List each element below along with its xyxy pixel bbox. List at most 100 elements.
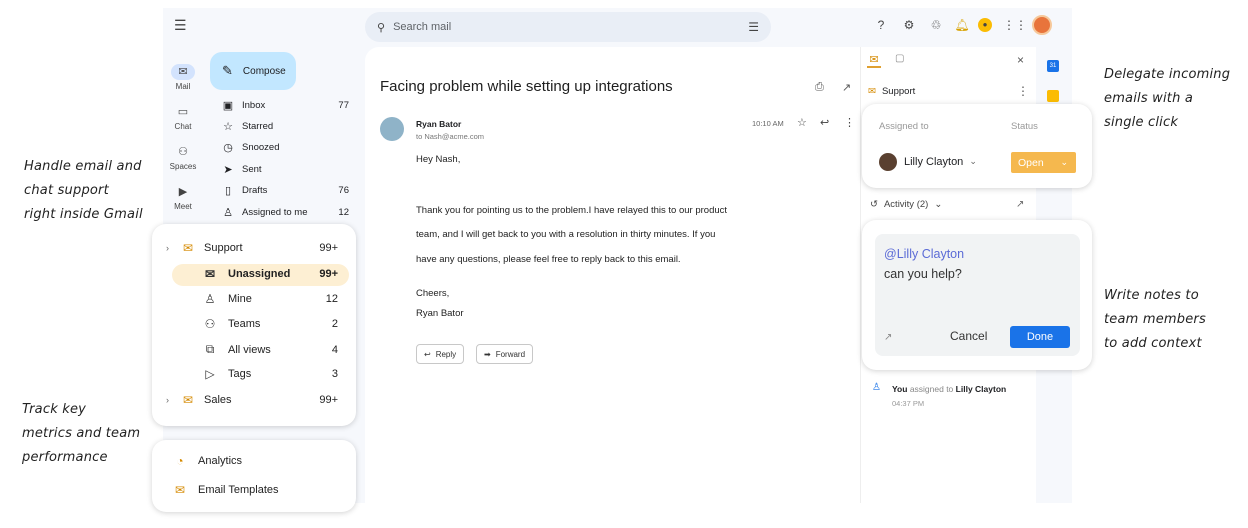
email-line: team, and I will get back to you with a …	[416, 229, 716, 240]
rail-mail[interactable]: ✉ Mail	[163, 64, 203, 91]
rail-meet[interactable]: ▶ Meet	[163, 184, 203, 211]
email-subject: Facing problem while setting up integrat…	[380, 78, 673, 95]
status-dropdown[interactable]: Open ⌄	[1011, 152, 1076, 173]
apps-grid-icon[interactable]: ⋮⋮	[1003, 16, 1027, 34]
reply-icon: ↩	[424, 349, 431, 359]
sender-avatar	[380, 117, 404, 141]
nav-starred[interactable]: ☆ Starred	[210, 116, 355, 137]
email-line: Thank you for pointing us to the problem…	[416, 205, 728, 216]
chevron-down-icon: ⌄	[1060, 157, 1068, 167]
reply-icon[interactable]: ↩	[820, 116, 829, 129]
history-icon: ↺	[870, 199, 878, 210]
annotation-metrics: Track key metrics and team performance	[22, 402, 141, 465]
sender-name: Ryan Bator	[416, 119, 462, 129]
tools-overlay	[152, 440, 356, 512]
views-icon: ⧉	[205, 342, 215, 356]
template-tab-icon[interactable]: ▢	[895, 53, 904, 64]
chat-icon: ▭	[177, 106, 189, 118]
annotation-email-chat: Handle email and chat support right inside…	[24, 159, 143, 222]
inbox-unassigned[interactable]: ✉ Unassigned 99+	[200, 267, 338, 281]
email-signature: Ryan Bator	[416, 308, 464, 319]
more-vert-icon[interactable]: ⋮	[844, 116, 855, 129]
star-icon: ☆	[223, 121, 233, 133]
assigned-to-label: Assigned to	[879, 121, 929, 132]
person-icon: ♙	[223, 207, 233, 219]
addon-icon[interactable]: ●	[978, 18, 992, 32]
person-icon: ♙	[872, 382, 881, 393]
reply-button[interactable]: ↩ Reply	[416, 344, 465, 364]
inbox-all-views[interactable]: ⧉ All views 4	[200, 342, 338, 357]
inbox-tags[interactable]: ▷ Tags 3	[200, 367, 338, 381]
forward-icon: ➡	[484, 349, 491, 359]
settings-icon[interactable]: ⚙	[900, 16, 918, 34]
inbox-mine[interactable]: ♙ Mine 12	[200, 292, 338, 306]
email-templates-link[interactable]: ✉ Email Templates	[170, 483, 279, 497]
chevron-down-icon: ⌄	[934, 199, 943, 210]
activity-log-entry: You assigned to Lilly Clayton	[892, 384, 1007, 394]
chevron-down-icon: ⌄	[969, 156, 977, 166]
email-line: have any questions, please feel free to …	[416, 254, 681, 265]
status-label: Status	[1011, 121, 1038, 132]
group-icon: ⚇	[204, 317, 216, 331]
forward-button[interactable]: ➡ Forward	[476, 344, 534, 364]
inbox-sales[interactable]: › ✉ Sales 99+	[166, 393, 338, 407]
note-text: can you help?	[884, 267, 962, 281]
close-icon[interactable]: ×	[1017, 53, 1024, 67]
calendar-icon[interactable]: 31	[1047, 60, 1059, 72]
nav-sent[interactable]: ➤ Sent	[210, 159, 355, 180]
annotation-delegate: Delegate incoming emails with a single cli…	[1104, 67, 1231, 130]
send-icon: ➤	[223, 164, 233, 176]
assign-card	[862, 104, 1092, 188]
analytics-link[interactable]: ◔ Analytics	[170, 454, 242, 468]
nav-drafts[interactable]: ▯ Drafts 76	[210, 180, 355, 201]
panel-inbox-label[interactable]: ✉ Support	[868, 86, 915, 97]
recipient: to Nash@acme.com	[416, 132, 485, 141]
more-vert-icon[interactable]: ⋮	[1017, 84, 1029, 98]
rail-chat[interactable]: ▭ Chat	[163, 104, 203, 131]
done-button[interactable]: Done	[1010, 326, 1070, 348]
menu-icon[interactable]: ☰	[174, 17, 187, 34]
open-new-window-icon[interactable]: ↗	[842, 81, 851, 94]
inbox-tab-icon[interactable]: ✉	[867, 53, 881, 68]
chevron-right-icon: ›	[166, 395, 169, 405]
expand-icon[interactable]: ↗	[884, 332, 892, 343]
open-external-icon[interactable]: ↗	[1016, 199, 1024, 210]
nav-inbox[interactable]: ▣ Inbox 77	[210, 95, 355, 116]
spaces-icon: ⚇	[178, 146, 188, 158]
email-signoff: Cheers,	[416, 288, 450, 299]
help-icon[interactable]: ?	[872, 16, 890, 34]
inbox-icon: ▣	[222, 100, 234, 112]
cancel-button[interactable]: Cancel	[950, 329, 987, 343]
pencil-icon: ✎	[222, 63, 233, 78]
star-icon[interactable]: ☆	[797, 116, 807, 129]
open-envelope-icon: ✉	[204, 267, 216, 281]
clock-icon: ◷	[223, 142, 233, 154]
avatar[interactable]	[1032, 15, 1052, 35]
email-time: 10:10 AM	[752, 119, 784, 128]
bell-icon[interactable]: 🔔︎	[953, 16, 971, 34]
email-greeting: Hey Nash,	[416, 154, 461, 165]
inbox-icon: ✉	[868, 86, 876, 97]
annotation-notes: Write notes to team members to add context	[1104, 288, 1206, 351]
activity-toggle[interactable]: ↺ Activity (2) ⌄	[870, 199, 942, 210]
rail-spaces[interactable]: ⚇ Spaces	[163, 144, 203, 171]
assignee-avatar	[879, 153, 897, 171]
nav-snoozed[interactable]: ◷ Snoozed	[210, 137, 355, 158]
compose-button[interactable]: ✎ Compose	[210, 52, 296, 90]
nav-assigned-to-me[interactable]: ♙ Assigned to me 12	[210, 202, 355, 223]
assignee-dropdown[interactable]: Lilly Clayton ⌄	[904, 156, 977, 168]
search-icon: ⚲	[377, 21, 386, 34]
mail-pane	[365, 47, 860, 503]
extension-icon[interactable]: ♲	[927, 16, 945, 34]
template-icon: ✉	[174, 483, 186, 497]
keep-icon[interactable]	[1047, 90, 1059, 102]
filter-icon[interactable]: ☰	[748, 20, 759, 34]
inbox-teams[interactable]: ⚇ Teams 2	[200, 317, 338, 331]
inbox-icon: ✉	[182, 393, 194, 407]
search-bar[interactable]: ⚲ Search mail ☰	[365, 12, 771, 42]
search-input[interactable]: Search mail	[393, 21, 451, 33]
inbox-support[interactable]: › ✉ Support 99+	[166, 241, 338, 255]
person-icon: ♙	[204, 292, 216, 306]
print-icon[interactable]: ⎙	[815, 81, 824, 94]
draft-icon: ▯	[224, 185, 232, 197]
